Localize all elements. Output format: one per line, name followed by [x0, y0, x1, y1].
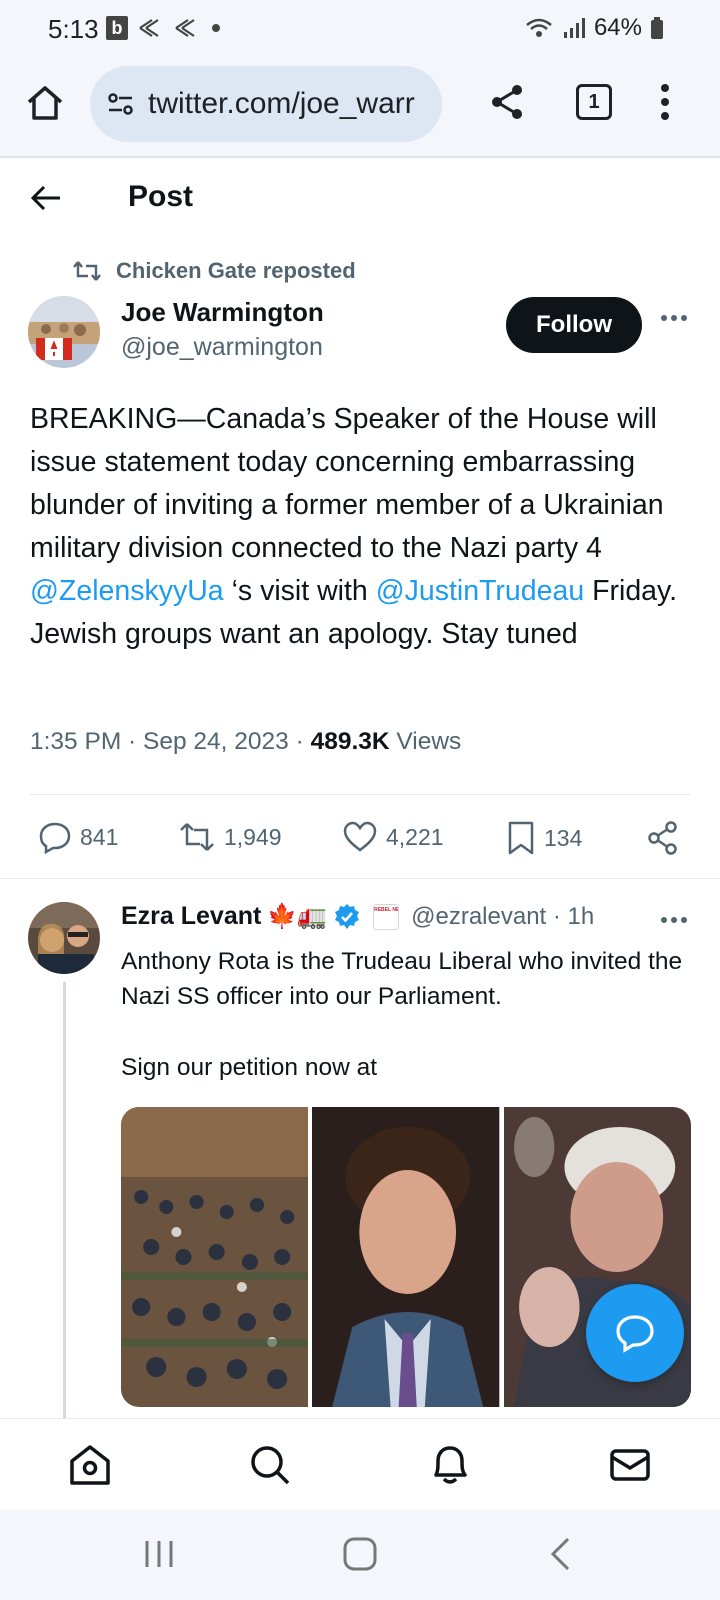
home-icon[interactable]	[24, 82, 66, 124]
reply-text-line: Anthony Rota is the Trudeau Liberal who …	[121, 948, 683, 1010]
reply-icon	[39, 822, 71, 854]
reply-handle-time[interactable]: @ezralevant · 1h	[411, 903, 594, 931]
url-text: twitter.com/joe_warr	[148, 87, 415, 120]
verified-icon	[335, 903, 360, 929]
home-button-icon[interactable]	[342, 1536, 378, 1572]
like-icon	[343, 821, 377, 852]
notification-icon	[175, 19, 195, 37]
repost-count: 1,949	[224, 823, 282, 850]
search-icon[interactable]	[248, 1443, 292, 1487]
battery-level: 64%	[593, 14, 642, 41]
follow-button[interactable]: Follow	[506, 297, 642, 353]
like-count: 4,221	[386, 823, 444, 850]
browser-toolbar: twitter.com/joe_warr 1	[0, 60, 720, 158]
b-app-icon: b	[106, 16, 128, 40]
repost-indicator[interactable]: Chicken Gate reposted	[72, 258, 356, 284]
back-button-icon[interactable]	[548, 1536, 572, 1572]
home-icon[interactable]	[68, 1443, 112, 1487]
notifications-icon[interactable]	[428, 1443, 472, 1487]
reply-text-line: Sign our petition now at	[121, 1054, 378, 1081]
views-label: Views	[389, 728, 462, 755]
tweet-text-part: ‘s visit with	[223, 575, 376, 607]
status-notification-icons: b	[106, 16, 222, 40]
tab-count: 1	[576, 84, 612, 120]
site-settings-icon[interactable]	[106, 89, 136, 119]
repost-icon	[73, 261, 101, 281]
wifi-icon	[526, 18, 552, 37]
status-time: 5:13	[48, 14, 99, 44]
like-button[interactable]: 4,221	[342, 820, 444, 854]
compose-reply-button[interactable]	[586, 1284, 684, 1382]
reply-count: 841	[80, 823, 119, 850]
reply-avatar[interactable]	[28, 902, 100, 974]
share-button[interactable]	[646, 820, 680, 856]
status-system-icons: 64%	[524, 14, 664, 42]
mention-link[interactable]: @ZelenskyyUa	[30, 575, 224, 607]
recent-apps-icon[interactable]	[142, 1538, 176, 1570]
dot-icon	[212, 24, 220, 32]
menu-icon[interactable]	[658, 82, 672, 122]
tabs-icon[interactable]: 1	[576, 84, 612, 120]
author-name[interactable]: Joe Warmington	[121, 297, 324, 328]
share-icon	[648, 821, 677, 855]
tweet-actions: 841 1,949 4,221 134	[0, 812, 720, 876]
repost-text: Chicken Gate reposted	[116, 258, 356, 283]
tweet-text: BREAKING—Canada’s Speaker of the House w…	[30, 398, 690, 656]
tweet-text-part: BREAKING—Canada’s Speaker of the House w…	[30, 403, 664, 564]
url-bar[interactable]: twitter.com/joe_warr	[90, 66, 442, 142]
parliament-photo[interactable]	[121, 1107, 309, 1407]
reply-author-name[interactable]: Ezra Levant	[121, 902, 261, 931]
bottom-nav	[0, 1418, 720, 1511]
more-icon[interactable]	[660, 916, 688, 924]
tweet-time[interactable]: 1:35 PM · Sep 24, 2023 ·	[30, 728, 311, 755]
rebel-news-badge: REBEL NEWS	[373, 903, 400, 930]
repost-button[interactable]: 1,949	[178, 820, 282, 854]
repost-icon	[180, 823, 214, 851]
author-handle[interactable]: @joe_warmington	[121, 333, 323, 362]
notification-icon	[139, 19, 159, 37]
avatar[interactable]	[28, 296, 100, 368]
thread-line	[63, 982, 66, 1420]
bookmark-button[interactable]: 134	[506, 820, 582, 856]
messages-icon[interactable]	[608, 1443, 652, 1487]
compose-icon	[616, 1315, 654, 1353]
bookmark-count: 134	[544, 824, 583, 851]
share-icon[interactable]	[488, 82, 528, 122]
views-count: 489.3K	[310, 728, 390, 755]
reply-header: Ezra Levant 🍁🚛 REBEL NEWS @ezralevant · …	[121, 902, 594, 931]
status-bar: 5:13 b 64%	[0, 0, 720, 60]
signal-icon	[563, 18, 585, 38]
trudeau-photo[interactable]	[312, 1107, 500, 1407]
bookmark-icon	[508, 821, 534, 855]
divider	[30, 794, 690, 795]
page-title: Post	[128, 180, 194, 213]
more-icon[interactable]	[660, 314, 688, 322]
divider	[0, 878, 720, 879]
reply-button[interactable]: 841	[38, 820, 118, 854]
emoji-flags: 🍁🚛	[267, 903, 328, 930]
battery-icon	[651, 17, 663, 39]
post-header: Post	[0, 158, 720, 246]
system-nav-bar	[0, 1510, 720, 1600]
tweet-meta: 1:35 PM · Sep 24, 2023 · 489.3K Views	[30, 728, 461, 756]
back-arrow-icon[interactable]	[30, 182, 62, 214]
reply-text: Anthony Rota is the Trudeau Liberal who …	[121, 944, 691, 1085]
mention-link[interactable]: @JustinTrudeau	[376, 575, 584, 607]
